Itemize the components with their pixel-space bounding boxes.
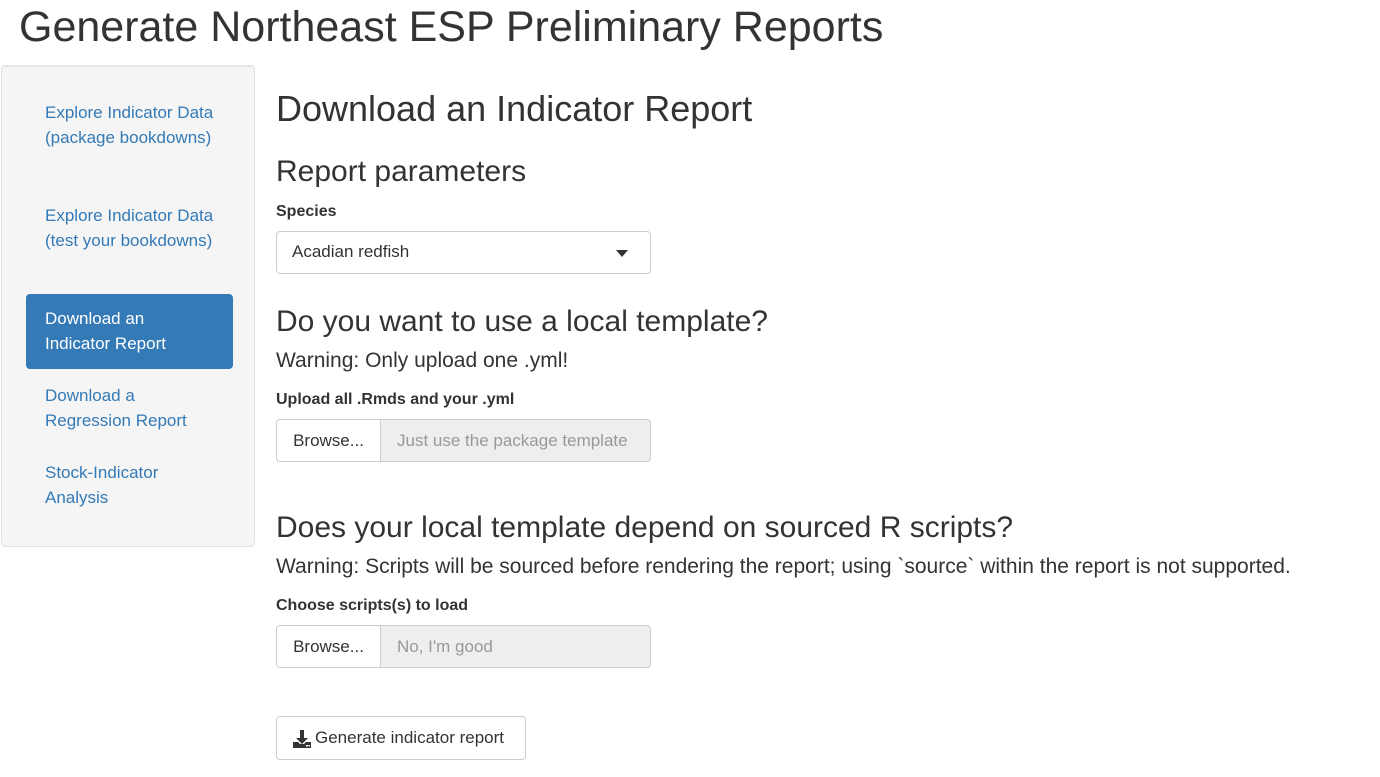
sidebar: Explore Indicator Data (package bookdown… xyxy=(1,65,255,547)
sidebar-item-download-regression-report[interactable]: Download a Regression Report xyxy=(26,383,233,433)
sidebar-item-explore-test-bookdowns[interactable]: Explore Indicator Data (test your bookdo… xyxy=(26,203,233,253)
template-file-placeholder: Just use the package template xyxy=(380,419,651,462)
template-browse-button[interactable]: Browse... xyxy=(276,419,381,462)
upload-template-label: Upload all .Rmds and your .yml xyxy=(276,391,515,408)
page-title: Download an Indicator Report xyxy=(276,88,753,129)
template-file-input: Browse... Just use the package template xyxy=(276,419,651,462)
sidebar-item-download-indicator-report[interactable]: Download an Indicator Report xyxy=(26,294,233,369)
scripts-file-input: Browse... No, I'm good xyxy=(276,625,651,668)
species-selected-value: Acadian redfish xyxy=(292,242,410,261)
generate-indicator-report-button[interactable]: Generate indicator report xyxy=(276,716,526,760)
scripts-browse-button[interactable]: Browse... xyxy=(276,625,381,668)
report-parameters-heading: Report parameters xyxy=(276,155,527,188)
template-warning: Warning: Only upload one .yml! xyxy=(276,349,569,372)
choose-scripts-label: Choose scripts(s) to load xyxy=(276,597,469,614)
species-label: Species xyxy=(276,203,337,220)
sidebar-item-stock-indicator-analysis[interactable]: Stock-Indicator Analysis xyxy=(26,460,233,510)
app-title: Generate Northeast ESP Preliminary Repor… xyxy=(19,3,884,51)
download-icon xyxy=(293,730,311,748)
species-select[interactable]: Acadian redfish xyxy=(276,231,651,274)
scripts-warning: Warning: Scripts will be sourced before … xyxy=(276,555,1291,578)
sidebar-item-explore-package-bookdowns[interactable]: Explore Indicator Data (package bookdown… xyxy=(26,100,233,150)
scripts-file-placeholder: No, I'm good xyxy=(380,625,651,668)
sourced-scripts-heading: Does your local template depend on sourc… xyxy=(276,511,1014,544)
caret-down-icon xyxy=(616,250,628,257)
generate-button-label: Generate indicator report xyxy=(315,728,504,747)
local-template-heading: Do you want to use a local template? xyxy=(276,305,768,338)
